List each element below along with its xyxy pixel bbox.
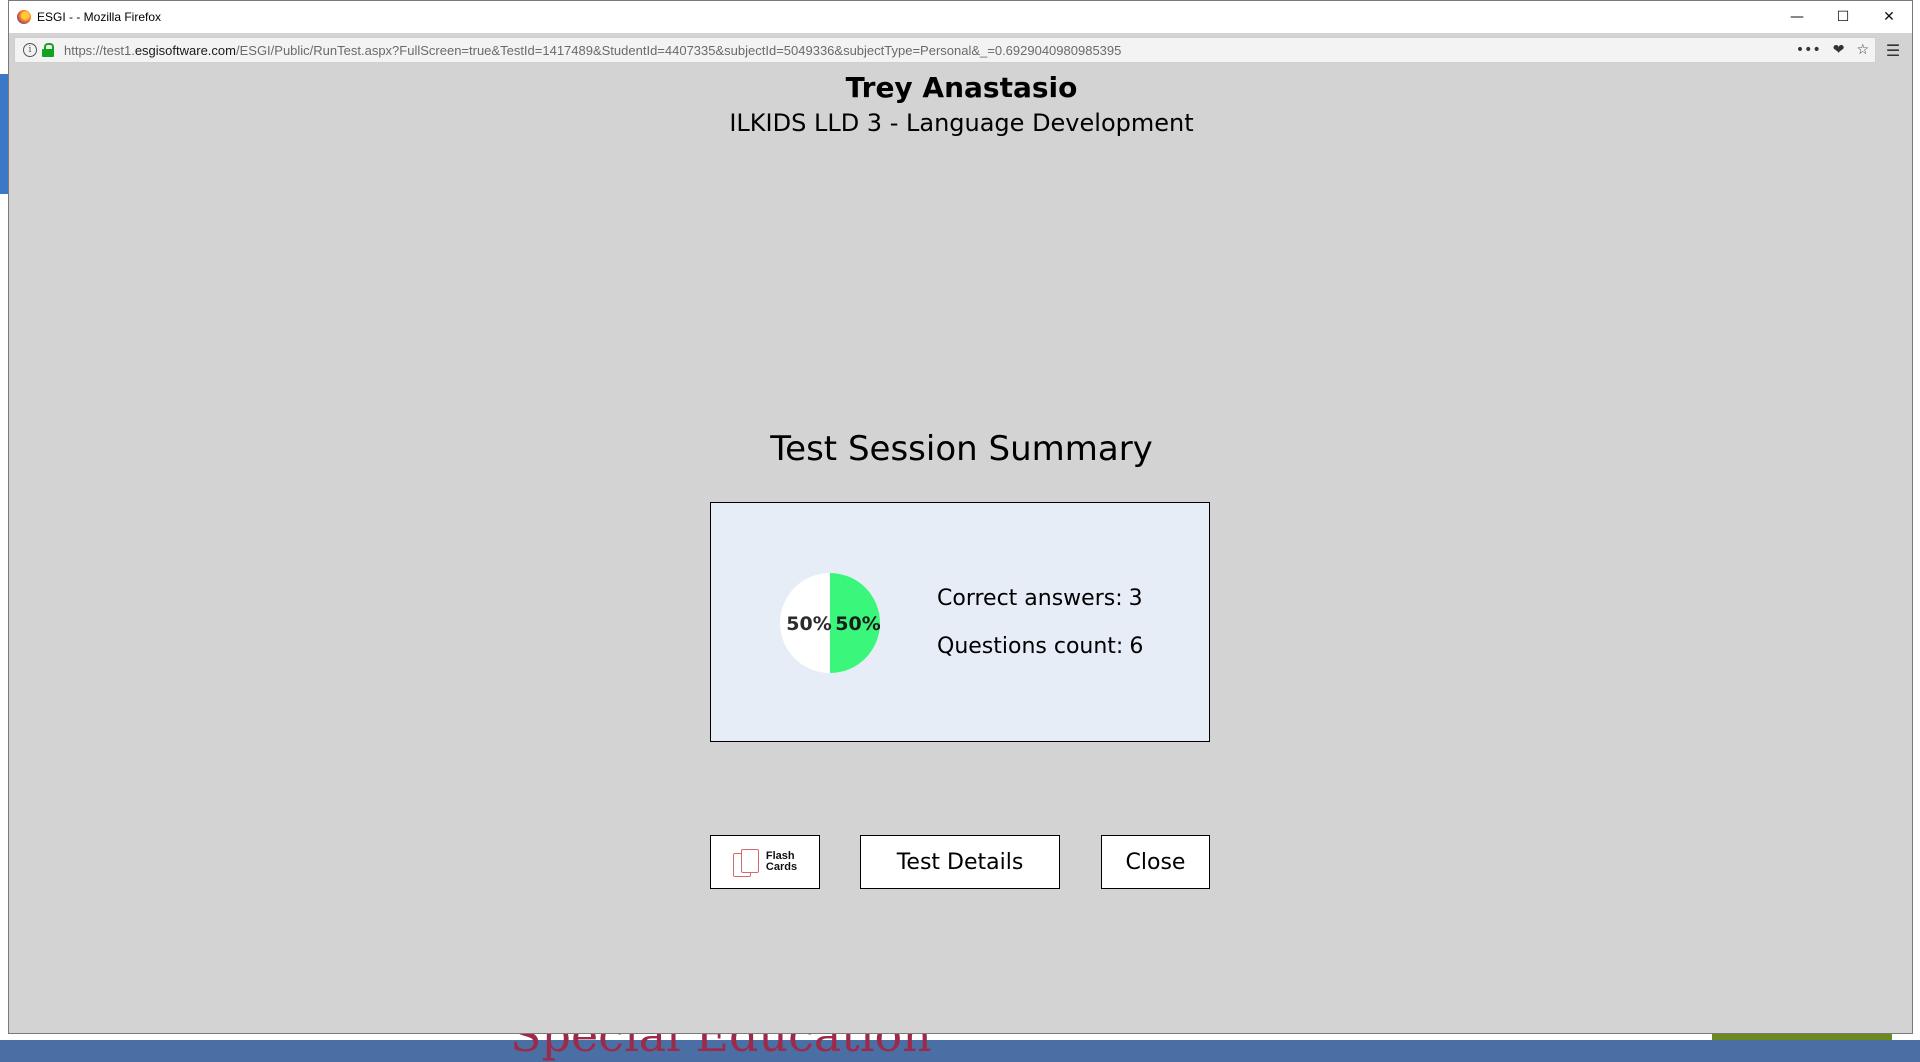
pie-incorrect-label: 50%: [786, 613, 831, 635]
window-controls: — ☐ ✕: [1774, 1, 1912, 33]
questions-count-row: Questions count: 6: [937, 631, 1143, 679]
minimize-button[interactable]: —: [1774, 1, 1820, 33]
summary-stats: Correct answers: 3 Questions count: 6: [937, 583, 1143, 679]
questions-count-label: Questions count:: [937, 634, 1124, 659]
student-name: Trey Anastasio: [845, 71, 1078, 104]
correct-answers-label: Correct answers:: [937, 586, 1123, 611]
pocket-icon[interactable]: ❤: [1833, 42, 1845, 58]
correct-answers-row: Correct answers: 3: [937, 583, 1143, 631]
flash-cards-label: Flash Cards: [765, 850, 798, 873]
questions-count-value: 6: [1129, 634, 1144, 659]
flash-cards-button[interactable]: Flash Cards: [710, 835, 820, 889]
window-title: ESGI - - Mozilla Firefox: [37, 10, 162, 24]
flash-cards-icon: [732, 847, 761, 877]
background-sidebar-strip: [0, 74, 8, 194]
url-actions: ••• ❤ ☆: [1796, 38, 1869, 62]
url-bar[interactable]: i https://test1.esgisoftware.com/ESGI/Pu…: [14, 37, 1876, 63]
bookmark-star-icon[interactable]: ☆: [1856, 42, 1869, 58]
browser-window: ESGI - - Mozilla Firefox — ☐ ✕ i https:/…: [8, 0, 1913, 1034]
lock-icon[interactable]: [42, 43, 54, 57]
title-bar[interactable]: ESGI - - Mozilla Firefox — ☐ ✕: [9, 1, 1912, 33]
subject-title: ILKIDS LLD 3 - Language Development: [729, 109, 1194, 137]
maximize-button[interactable]: ☐: [1820, 1, 1866, 33]
info-icon[interactable]: i: [23, 43, 37, 57]
close-button[interactable]: Close: [1101, 835, 1210, 889]
pie-correct-label: 50%: [835, 613, 880, 635]
test-summary-content: Trey Anastasio ILKIDS LLD 3 - Language D…: [9, 67, 1914, 1033]
url-text[interactable]: https://test1.esgisoftware.com/ESGI/Publ…: [64, 43, 1121, 58]
summary-title: Test Session Summary: [770, 429, 1153, 469]
test-details-button[interactable]: Test Details: [860, 835, 1060, 889]
hamburger-menu-icon[interactable]: ☰: [1874, 37, 1912, 63]
summary-panel: 50% 50% Correct answers: 3 Questions coun…: [710, 502, 1210, 742]
result-pie-chart: 50% 50%: [780, 573, 880, 673]
firefox-icon: [17, 10, 31, 24]
more-actions-icon[interactable]: •••: [1796, 42, 1821, 58]
correct-answers-value: 3: [1128, 586, 1143, 611]
close-window-button[interactable]: ✕: [1866, 1, 1912, 33]
